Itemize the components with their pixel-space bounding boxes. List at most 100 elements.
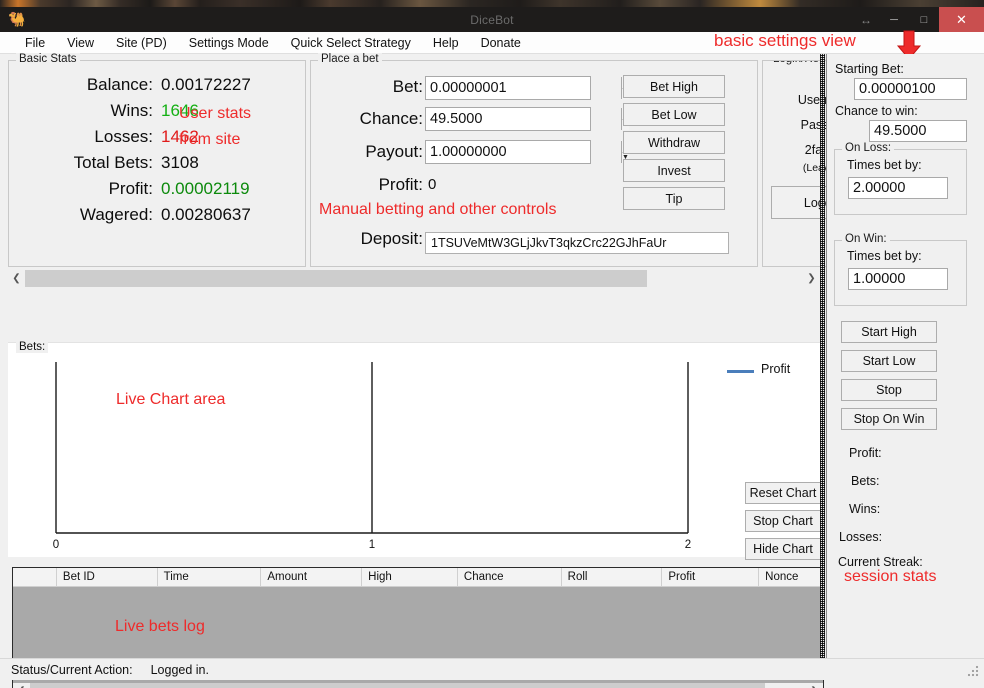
starting-bet-spinbox[interactable]: ▲ ▼ [854,78,984,100]
bets-log-col-roll[interactable]: Roll [562,568,663,587]
chance-to-win-spinbox[interactable]: ▲ ▼ [869,120,984,142]
x-tick-1: 1 [369,539,375,551]
bet-profit-value: 0 [428,176,437,193]
hscroll-right-arrow-icon[interactable]: ❯ [803,270,820,287]
hscroll-left-arrow-icon[interactable]: ❮ [8,270,25,287]
bets-log-col-profit[interactable]: Profit [662,568,760,587]
on-loss-multiplier-input[interactable] [849,178,984,198]
panel-splitter[interactable] [820,54,825,658]
resize-icon[interactable]: ↔ [853,7,879,32]
status-label: Status/Current Action: [11,662,133,677]
bet-profit-label: Profit: [378,175,423,194]
menu-bar: File View Site (PD) Settings Mode Quick … [0,32,984,54]
stat-label-wins: Wins: [110,101,154,120]
menu-item-settings-mode[interactable]: Settings Mode [178,34,280,52]
bet-input[interactable] [426,77,621,99]
top-panel-hscrollbar[interactable]: ❮ ❯ [8,270,820,287]
menu-item-quick-select-strategy[interactable]: Quick Select Strategy [280,34,422,52]
bets-log-col-nonce[interactable]: Nonce [759,568,823,587]
chance-spinbox[interactable]: ▲ ▼ [425,107,629,131]
menu-item-file[interactable]: File [14,34,56,52]
close-icon[interactable]: ✕ [939,7,984,32]
status-bar: Status/Current Action: Logged in. [0,658,984,680]
on-loss-multiplier-spinbox[interactable]: ▲ ▼ [848,177,984,199]
bets-log-hscrollbar[interactable]: ❮ ❯ [13,683,823,688]
starting-bet-input[interactable] [855,79,984,99]
session-current-streak-label: Current Streak: [838,555,923,569]
menu-item-site[interactable]: Site (PD) [105,34,178,52]
stop-chart-button[interactable]: Stop Chart [745,510,821,532]
live-chart-panel[interactable]: 0 1 2 Live Chart area [8,342,820,557]
session-bets-label: Bets: [851,474,880,488]
stat-value-losses: 1462 [161,127,199,146]
stat-value-wagered: 0.00280637 [161,205,251,224]
on-win-group: On Win: Times bet by: ▲ ▼ [834,233,984,306]
bets-log-hscroll-track[interactable] [30,683,806,688]
stat-row-profit: Profit: 0.00002119 [9,179,250,201]
on-loss-group: On Loss: Times bet by: ▲ ▼ [834,142,984,215]
stat-value-balance: 0.00172227 [161,75,251,94]
on-win-times-bet-label: Times bet by: [847,249,922,263]
deposit-label: Deposit: [360,229,423,248]
bets-log-col-select[interactable] [13,568,57,587]
desktop-background-strip [0,0,984,7]
stat-label-profit: Profit: [108,179,153,198]
tip-button[interactable]: Tip [623,187,725,210]
chance-to-win-input[interactable] [870,121,984,141]
stat-row-balance: Balance: 0.00172227 [9,75,251,97]
payout-input[interactable] [426,141,621,163]
bet-low-button[interactable]: Bet Low [623,103,725,126]
hscroll-thumb[interactable] [25,270,647,287]
chance-input[interactable] [426,108,621,130]
stat-label-losses: Losses: [94,127,153,146]
deposit-textbox[interactable] [425,232,729,254]
stat-value-total-bets: 3108 [161,153,199,172]
bet-label: Bet: [392,77,423,96]
on-win-multiplier-input[interactable] [849,269,984,289]
invest-button[interactable]: Invest [623,159,725,182]
on-win-multiplier-spinbox[interactable]: ▲ ▼ [848,268,984,290]
bets-log-col-bet-id[interactable]: Bet ID [57,568,158,587]
basic-stats-group: Basic Stats Balance: 0.00172227 Wins: 16… [8,53,306,267]
bets-log-col-high[interactable]: High [362,568,458,587]
resize-grip-icon[interactable] [966,664,980,678]
stop-button[interactable]: Stop [841,379,937,401]
stat-label-balance: Balance: [86,75,153,94]
chart-legend-swatch [727,370,754,373]
bets-log-hscroll-right-arrow-icon[interactable]: ❯ [806,683,823,688]
menu-item-view[interactable]: View [56,34,105,52]
client-area: Basic Stats Balance: 0.00172227 Wins: 16… [0,53,984,688]
bet-high-button[interactable]: Bet High [623,75,725,98]
bets-log-col-chance[interactable]: Chance [458,568,562,587]
stop-on-win-button[interactable]: Stop On Win [841,408,937,430]
chance-to-win-label: Chance to win: [835,104,918,118]
status-value: Logged in. [150,662,209,677]
payout-spinbox[interactable]: ▲ ▼ [425,140,629,164]
title-bar: 🐫 DiceBot ↔ ─ □ ✕ [0,7,984,32]
bet-spinbox[interactable]: ▲ ▼ [425,76,629,100]
deposit-input[interactable] [426,236,728,250]
bets-log-hscroll-thumb[interactable] [30,683,765,688]
withdraw-button[interactable]: Withdraw [623,131,725,154]
hide-chart-button[interactable]: Hide Chart [745,538,821,560]
start-low-button[interactable]: Start Low [841,350,937,372]
bets-log-col-amount[interactable]: Amount [261,568,363,587]
menu-item-donate[interactable]: Donate [470,34,532,52]
maximize-icon[interactable]: □ [909,7,939,32]
stat-row-wagered: Wagered: 0.00280637 [9,205,251,227]
bets-log-hscroll-left-arrow-icon[interactable]: ❮ [13,683,30,688]
starting-bet-label: Starting Bet: [835,62,904,76]
reset-chart-button[interactable]: Reset Chart [745,482,821,504]
hscroll-track[interactable] [25,270,803,287]
start-high-button[interactable]: Start High [841,321,937,343]
payout-label: Payout: [365,142,423,161]
minimize-icon[interactable]: ─ [879,7,909,32]
menu-item-help[interactable]: Help [422,34,470,52]
chart-legend-label: Profit [761,362,791,376]
on-loss-title: On Loss: [842,142,895,154]
bets-log-col-time[interactable]: Time [158,568,262,587]
stat-value-wins: 1646 [161,101,199,120]
main-region: Basic Stats Balance: 0.00172227 Wins: 16… [4,53,882,688]
settings-panel: Starting Bet: ▲ ▼ Chance to win: ▲ ▼ On … [826,54,984,658]
place-a-bet-group: Place a bet Bet: ▲ ▼ Chance: ▲ ▼ [310,53,758,267]
